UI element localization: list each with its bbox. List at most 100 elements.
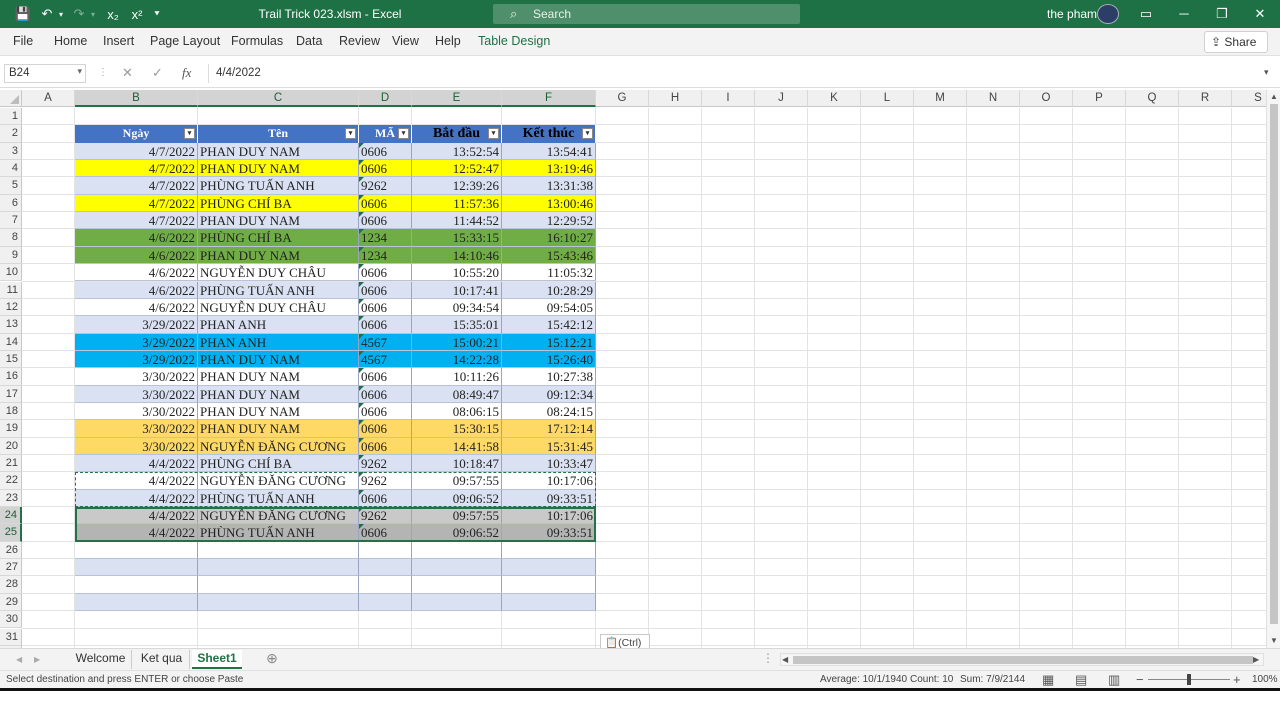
row-header-24[interactable]: 24	[0, 507, 22, 525]
table-cell[interactable]	[412, 559, 502, 577]
column-header-j[interactable]: J	[755, 90, 808, 107]
table-cell[interactable]: 15:31:45	[502, 437, 596, 455]
ribbon-display-icon[interactable]: ▭	[1134, 4, 1158, 24]
cancel-icon[interactable]: ✕	[122, 65, 133, 81]
error-indicator-icon[interactable]	[359, 455, 364, 460]
table-cell[interactable]	[502, 559, 596, 577]
column-header-f[interactable]: F	[502, 90, 596, 107]
worksheet-grid[interactable]: ABCDEFGHIJKLMNOPQRS 1 2 3 4 5 6 7 8 9 10 11 12 13 14 1…	[0, 90, 1266, 648]
table-cell[interactable]: 13:19:46	[502, 160, 596, 178]
error-indicator-icon[interactable]	[359, 264, 364, 270]
error-indicator-icon[interactable]	[359, 489, 364, 495]
redo-icon[interactable]: ↷	[70, 5, 88, 23]
table-cell[interactable]: 09:06:52	[412, 489, 502, 508]
table-cell[interactable]: PHAN DUY NAM	[198, 368, 359, 386]
table-cell[interactable]: 10:28:29	[502, 281, 596, 299]
row-header-26[interactable]: 26	[0, 541, 22, 560]
filter-dropdown-icon[interactable]: ▾	[488, 128, 499, 140]
table-cell[interactable]: 4/6/2022	[75, 246, 198, 265]
table-header-cell[interactable]: Kết thúc ▾	[502, 125, 596, 143]
table-cell[interactable]: 15:12:21	[502, 333, 596, 351]
tab-table-design[interactable]: Table Design	[478, 34, 550, 48]
select-all-button[interactable]	[0, 90, 22, 107]
error-indicator-icon[interactable]	[359, 437, 364, 443]
sheet-tab-ket-qua[interactable]: Ket qua	[134, 650, 190, 669]
column-header-p[interactable]: P	[1073, 90, 1126, 107]
column-header-q[interactable]: Q	[1126, 90, 1179, 107]
table-cell[interactable]	[359, 559, 412, 577]
normal-view-icon[interactable]: ▦	[1042, 672, 1054, 688]
table-cell[interactable]	[359, 576, 412, 594]
table-cell[interactable]: 17:12:14	[502, 420, 596, 438]
filter-dropdown-icon[interactable]: ▾	[398, 128, 409, 140]
table-cell[interactable]: 10:17:41	[412, 281, 502, 299]
table-cell[interactable]: PHAN DUY NAM	[198, 160, 359, 178]
row-header-16[interactable]: 16	[0, 368, 22, 386]
column-header-h[interactable]: H	[649, 90, 702, 107]
column-header-k[interactable]: K	[808, 90, 861, 107]
tab-data[interactable]: Data	[296, 34, 322, 48]
horizontal-scrollbar[interactable]: ◀ ▶	[780, 653, 1264, 666]
row-header-14[interactable]: 14	[0, 333, 22, 351]
row-header-21[interactable]: 21	[0, 455, 22, 473]
row-header-30[interactable]: 30	[0, 611, 22, 629]
table-cell[interactable]: 3/30/2022	[75, 402, 198, 421]
table-cell[interactable]: 10:55:20	[412, 264, 502, 282]
table-header-cell[interactable]: Bắt đầu ▾	[412, 125, 502, 143]
error-indicator-icon[interactable]	[359, 246, 364, 252]
row-header-25[interactable]: 25	[0, 524, 22, 542]
page-break-view-icon[interactable]: ▥	[1108, 672, 1120, 688]
table-cell[interactable]: 14:41:58	[412, 437, 502, 455]
row-header-27[interactable]: 27	[0, 559, 22, 577]
error-indicator-icon[interactable]	[359, 472, 364, 478]
table-cell[interactable]: 09:34:54	[412, 298, 502, 317]
table-cell[interactable]	[502, 576, 596, 594]
error-indicator-icon[interactable]	[359, 524, 364, 530]
table-cell[interactable]: 4/6/2022	[75, 281, 198, 299]
zoom-slider[interactable]	[1148, 674, 1230, 685]
vertical-scroll-thumb[interactable]	[1270, 104, 1278, 624]
table-cell[interactable]: 4/6/2022	[75, 229, 198, 247]
page-layout-view-icon[interactable]: ▤	[1075, 672, 1087, 688]
splitter-icon[interactable]: ⋮	[762, 650, 774, 669]
column-header-l[interactable]: L	[861, 90, 914, 107]
row-header-18[interactable]: 18	[0, 402, 22, 421]
restore-icon[interactable]: ❐	[1210, 4, 1234, 24]
table-cell[interactable]: NGUYỄN ĐĂNG CƯƠNG	[198, 507, 359, 525]
scroll-down-icon[interactable]: ▼	[1270, 636, 1278, 645]
table-cell[interactable]: 10:27:38	[502, 368, 596, 386]
enter-icon[interactable]: ✓	[152, 65, 163, 81]
table-cell[interactable]: 11:57:36	[412, 194, 502, 213]
table-cell[interactable]: 9262	[359, 455, 412, 473]
row-header-11[interactable]: 11	[0, 281, 22, 299]
undo-dropdown-icon[interactable]: ▾	[56, 5, 66, 23]
table-cell[interactable]: NGUYỄN ĐĂNG CƯƠNG	[198, 472, 359, 490]
tab-review[interactable]: Review	[339, 34, 380, 48]
column-header-c[interactable]: C	[198, 90, 359, 107]
tab-help[interactable]: Help	[435, 34, 461, 48]
table-cell[interactable]: 13:52:54	[412, 142, 502, 161]
row-header-10[interactable]: 10	[0, 264, 22, 282]
table-cell[interactable]	[75, 541, 198, 560]
search-box[interactable]: ⌕ Search	[493, 4, 800, 24]
table-cell[interactable]: 12:39:26	[412, 177, 502, 195]
table-cell[interactable]	[75, 576, 198, 594]
table-cell[interactable]: 4/4/2022	[75, 472, 198, 490]
row-header-23[interactable]: 23	[0, 489, 22, 508]
table-cell[interactable]	[412, 576, 502, 594]
row-header-1[interactable]: 1	[0, 108, 22, 126]
table-cell[interactable]: 10:18:47	[412, 455, 502, 473]
table-cell[interactable]: 15:30:15	[412, 420, 502, 438]
error-indicator-icon[interactable]	[359, 350, 364, 356]
vertical-scrollbar[interactable]: ▲ ▼	[1266, 90, 1280, 648]
table-cell[interactable]: NGUYỄN ĐĂNG CƯƠNG	[198, 437, 359, 455]
column-header-i[interactable]: I	[702, 90, 755, 107]
row-header-15[interactable]: 15	[0, 350, 22, 369]
table-cell[interactable]: 4/4/2022	[75, 455, 198, 473]
table-cell[interactable]: 14:22:28	[412, 350, 502, 369]
row-header-22[interactable]: 22	[0, 472, 22, 490]
column-header-b[interactable]: B	[75, 90, 198, 107]
error-indicator-icon[interactable]	[359, 160, 364, 166]
row-header-12[interactable]: 12	[0, 298, 22, 317]
table-cell[interactable]	[359, 593, 412, 612]
